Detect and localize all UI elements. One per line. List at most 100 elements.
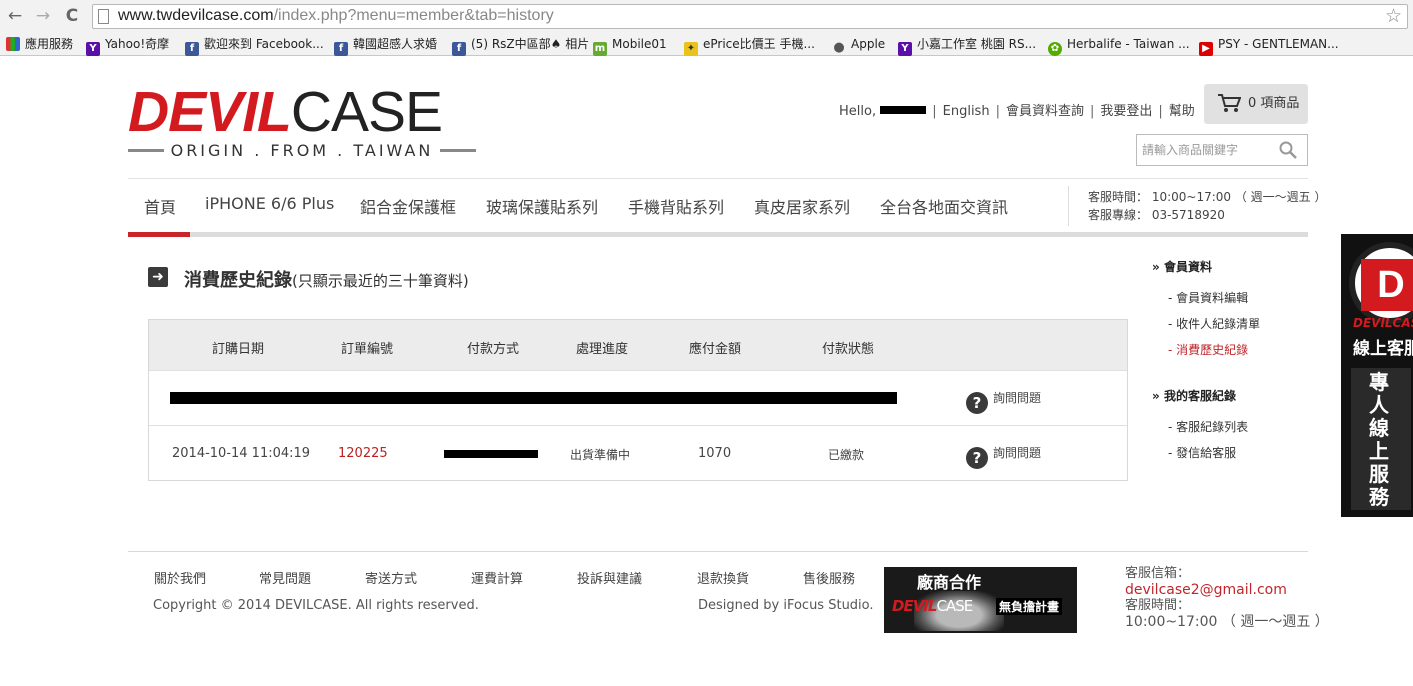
service-hours: 客服時間： 10:00~17:00 （ 週一～週五 ） — [1088, 190, 1327, 204]
nav-active-indicator — [128, 232, 190, 237]
table-header: 訂購日期 訂單編號 付款方式 處理進度 應付金額 付款狀態 — [149, 320, 1127, 371]
facebook-icon: f — [452, 42, 466, 56]
online-service-title: 線上客服 — [1353, 339, 1413, 359]
online-service-banner[interactable]: D DEVILCASE 線上客服 專人線上服務 — [1341, 234, 1413, 517]
question-icon: ? — [966, 392, 988, 414]
sidebar-item-history[interactable]: - 消費歷史紀錄 — [1168, 341, 1248, 358]
order-date-cell: 2014-10-14 11:04:19 — [172, 446, 311, 461]
main-nav: 首頁 iPHONE 6/6 Plus 鋁合金保護框 玻璃保護貼系列 手機背貼系列… — [128, 180, 1068, 236]
sidebar-item-edit-profile[interactable]: - 會員資料編輯 — [1168, 289, 1248, 306]
order-history-table: 訂購日期 訂單編號 付款方式 處理進度 應付金額 付款狀態 ? 詢問問題 2014… — [148, 319, 1128, 481]
mobile01-icon: m — [593, 42, 607, 56]
yahoo-icon: Y — [86, 42, 100, 56]
sidebar-support-heading: » 我的客服紀錄 — [1152, 389, 1236, 403]
bookmark-item[interactable]: 應用服務 — [6, 36, 73, 53]
browser-toolbar: ← → C www.twdevilcase.com/index.php?menu… — [0, 0, 1413, 33]
logout-link[interactable]: 我要登出 — [1100, 104, 1152, 119]
cart-count: 0 項商品 — [1248, 96, 1300, 111]
herbalife-icon: ✿ — [1048, 42, 1062, 56]
bookmark-item[interactable]: ✿ Herbalife - Taiwan ... — [1048, 36, 1190, 56]
bookmark-item[interactable]: f 韓國超感人求婚 — [334, 36, 437, 56]
table-row: 2014-10-14 11:04:19 120225 出貨準備中 1070 已繳… — [149, 426, 1127, 481]
nav-glass-protector[interactable]: 玻璃保護貼系列 — [486, 194, 598, 218]
nav-aluminum-bumper[interactable]: 鋁合金保護框 — [360, 194, 456, 218]
footer-link-shipping[interactable]: 寄送方式 — [365, 568, 417, 587]
bookmark-star-icon[interactable]: ☆ — [1385, 5, 1402, 27]
nav-back-sticker[interactable]: 手機背貼系列 — [628, 194, 724, 218]
ask-question-button[interactable]: ? 詢問問題 — [966, 389, 1041, 414]
url-text[interactable]: www.twdevilcase.com/index.php?menu=membe… — [118, 7, 554, 25]
page-icon — [98, 9, 109, 24]
facebook-icon: f — [185, 42, 199, 56]
footer-link-feedback[interactable]: 投訴與建議 — [577, 568, 642, 587]
amount-cell: 1070 — [698, 446, 732, 461]
site-logo[interactable]: DEVILCASE ORIGIN . FROM . TAIWAN — [128, 84, 476, 160]
nav-separator — [1068, 186, 1069, 226]
help-link[interactable]: 幫助 — [1169, 104, 1195, 119]
progress-cell: 出貨準備中 — [570, 448, 631, 462]
nav-underline — [128, 232, 1308, 237]
bookmark-item[interactable]: Y Yahoo!奇摩 — [86, 36, 169, 56]
bookmarks-bar: 應用服務 Y Yahoo!奇摩 f 歡迎來到 Facebook... f 韓國超感人求… — [0, 33, 1413, 56]
cart-icon — [1218, 94, 1241, 112]
d-logo-icon: D — [1361, 259, 1413, 311]
back-icon[interactable]: ← — [5, 6, 25, 26]
english-link[interactable]: English — [943, 104, 990, 119]
footer-link-about[interactable]: 關於我們 — [154, 568, 206, 587]
partnership-banner[interactable]: 廠商合作 DEVILCASE 無負擔計畫 — [884, 567, 1077, 633]
column-header: 訂購日期 — [212, 342, 265, 357]
search-box — [1136, 134, 1308, 166]
service-info: 客服時間： 10:00~17:00 （ 週一～週五 ） 客服專線： 03-571… — [1088, 188, 1326, 224]
bookmark-item[interactable]: ● Apple — [832, 36, 885, 55]
footer-link-faq[interactable]: 常見問題 — [259, 568, 311, 587]
bookmark-item[interactable]: f 歡迎來到 Facebook... — [185, 36, 324, 56]
nav-divider — [128, 178, 1308, 179]
designed-by: Designed by iFocus Studio. — [698, 598, 874, 613]
email-link[interactable]: devilcase2@gmail.com — [1125, 582, 1329, 598]
column-header: 應付金額 — [689, 342, 742, 357]
question-icon: ? — [966, 447, 988, 469]
column-header: 訂單編號 — [341, 342, 394, 357]
online-service-vertical: 專人線上服務 — [1369, 370, 1389, 509]
redacted-payment — [444, 450, 538, 458]
bookmark-item[interactable]: Y 小嘉工作室 桃園 RS... — [898, 36, 1036, 56]
eprice-icon: ✦ — [684, 42, 698, 56]
nav-leather-series[interactable]: 真皮居家系列 — [754, 194, 850, 218]
ask-question-button[interactable]: ? 詢問問題 — [966, 444, 1041, 469]
reload-icon[interactable]: C — [62, 6, 82, 26]
sidebar-item-support-list[interactable]: - 客服紀錄列表 — [1168, 418, 1248, 435]
apps-icon — [6, 37, 20, 51]
nav-home[interactable]: 首頁 — [144, 194, 176, 218]
sidebar-item-recipients[interactable]: - 收件人紀錄清單 — [1168, 315, 1260, 332]
footer-link-returns[interactable]: 退款換貨 — [697, 568, 749, 587]
footer-link-shipping-fee[interactable]: 運費計算 — [471, 568, 523, 587]
nav-iphone[interactable]: iPHONE 6/6 Plus — [205, 194, 334, 213]
footer-link-after-sales[interactable]: 售後服務 — [803, 568, 855, 587]
facebook-icon: f — [334, 42, 348, 56]
apple-icon: ● — [833, 40, 845, 55]
bookmark-item[interactable]: ✦ ePrice比價王 手機... — [684, 36, 815, 56]
search-icon[interactable] — [1279, 141, 1297, 159]
order-number-cell[interactable]: 120225 — [338, 446, 388, 461]
user-links: Hello, | English | 會員資料查詢 | 我要登出 | 幫助 — [839, 104, 1195, 119]
forward-icon[interactable]: → — [33, 6, 53, 26]
bookmark-item[interactable]: ▶ PSY - GENTLEMAN... — [1199, 36, 1339, 56]
search-input[interactable] — [1142, 141, 1272, 159]
member-info-link[interactable]: 會員資料查詢 — [1006, 104, 1084, 119]
footer-contact: 客服信箱： devilcase2@gmail.com 客服時間： 10:00~1… — [1125, 566, 1329, 630]
footer-hours: 10:00~17:00 （ 週一～週五 ） — [1125, 614, 1329, 630]
copyright: Copyright © 2014 DEVILCASE. All rights r… — [153, 598, 479, 613]
bookmark-item[interactable]: m Mobile01 — [593, 36, 667, 56]
cart-button[interactable]: 0 項商品 — [1204, 84, 1308, 124]
bookmark-item[interactable]: f (5) RsZ中區部♠ 相片 — [452, 36, 589, 56]
page-title: 消費歷史紀錄(只顯示最近的三十筆資料) — [184, 270, 469, 291]
address-bar[interactable]: www.twdevilcase.com/index.php?menu=membe… — [92, 4, 1408, 29]
sidebar-member-heading: » 會員資料 — [1152, 260, 1212, 274]
sidebar-item-send-mail[interactable]: - 發信給客服 — [1168, 444, 1236, 461]
logo-tagline: ORIGIN . FROM . TAIWAN — [128, 141, 476, 160]
redacted-username — [880, 106, 927, 114]
column-header: 付款狀態 — [822, 342, 875, 357]
service-phone: 客服專線： 03-5718920 — [1088, 208, 1225, 222]
nav-meetup-info[interactable]: 全台各地面交資訊 — [880, 194, 1008, 218]
payment-status-cell: 已繳款 — [828, 448, 865, 462]
